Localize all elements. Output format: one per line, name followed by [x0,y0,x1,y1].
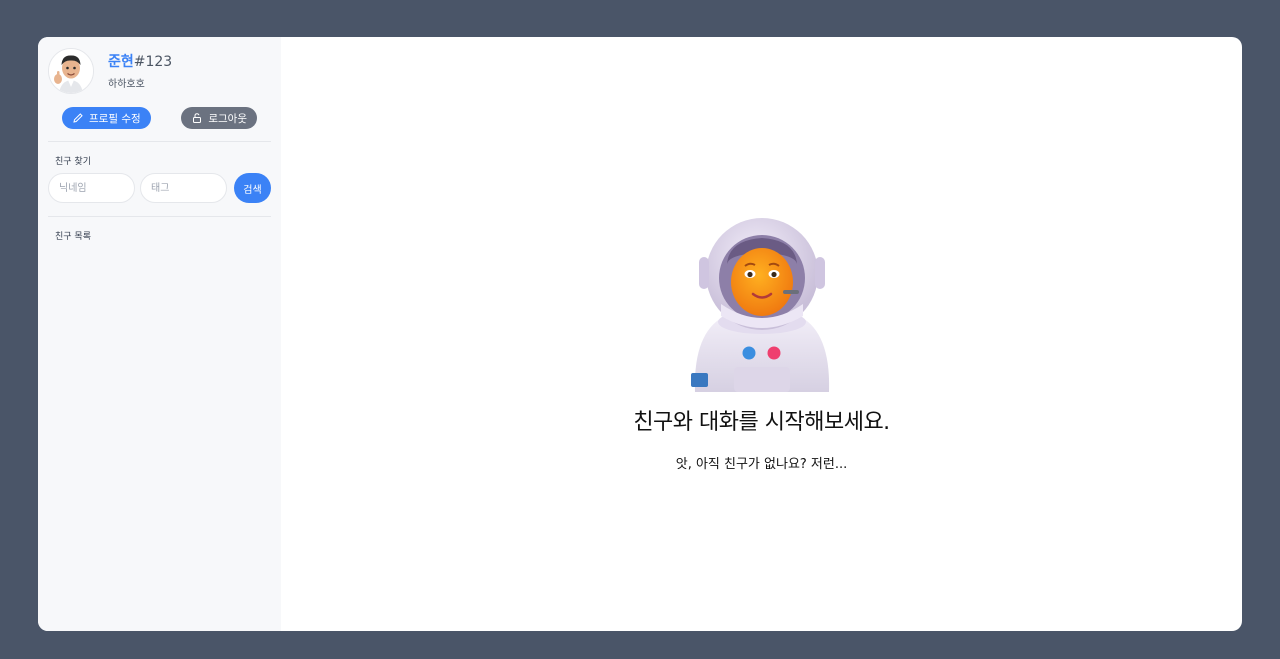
logout-button[interactable]: 로그아웃 [181,107,257,129]
empty-state-title: 친구와 대화를 시작해보세요. [633,410,890,435]
empty-state-subtitle: 앗, 아직 친구가 없나요? 저런... [675,457,848,472]
edit-profile-button[interactable]: 프로필 수정 [62,107,151,129]
sidebar: 준현#123 하하호호 프로필 수정 로그아웃 친구 찾기 닉네임 태그 검색 … [38,37,281,631]
pencil-icon [73,113,83,123]
profile-header: 준현#123 하하호호 [48,47,271,95]
divider [48,216,271,217]
chat-area: 친구와 대화를 시작해보세요. 앗, 아직 친구가 없나요? 저런... [281,37,1242,631]
tag-input[interactable] [140,173,227,203]
friend-search-form: 검색 [48,173,271,203]
astronaut-icon [690,218,829,392]
avatar[interactable] [48,48,94,94]
profile-status: 하하호호 [108,79,145,90]
find-friends-label: 친구 찾기 [55,157,91,167]
profile-actions: 프로필 수정 로그아웃 [48,107,271,129]
search-button[interactable]: 검색 [234,173,271,203]
unlock-icon [193,113,202,123]
app-window: 준현#123 하하호호 프로필 수정 로그아웃 친구 찾기 닉네임 태그 검색 … [38,37,1242,631]
profile-nickname: 준현 [108,54,134,70]
divider [48,141,271,142]
friend-list-label: 친구 목록 [55,232,91,242]
memoji-avatar-icon [49,49,93,93]
profile-tag: #123 [133,54,173,70]
nickname-input[interactable] [48,173,135,203]
edit-profile-label: 프로필 수정 [89,112,141,125]
profile-name: 준현#123 [108,52,172,72]
logout-label: 로그아웃 [208,112,247,125]
